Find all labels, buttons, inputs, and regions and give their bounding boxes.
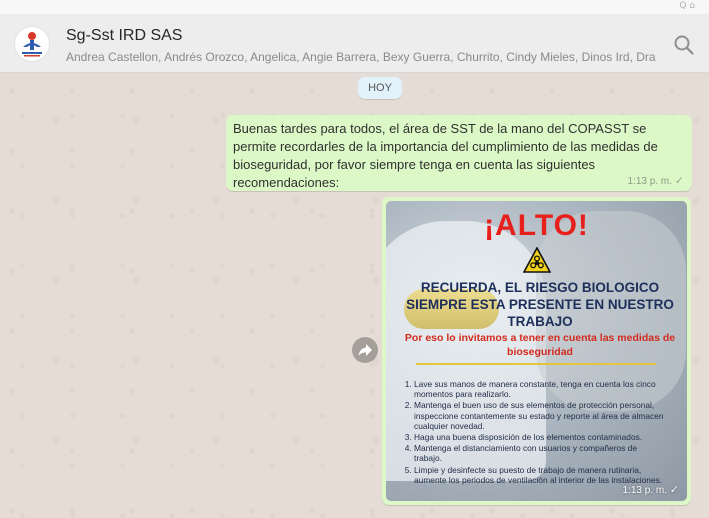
poster-list-item: Mantenga el buen uso de sus elementos de… xyxy=(414,400,666,431)
image-message-meta: 1:13 p. m. ✓ xyxy=(623,483,679,496)
poster-list-item: Haga una buena disposición de los elemen… xyxy=(414,432,666,442)
message-meta: 1:13 p. m. ✓ xyxy=(628,174,684,187)
message-bubble-image[interactable]: ¡ALTO! RECUERDA, EL RIESGO BIOLOGICO SIE… xyxy=(382,197,691,505)
search-icon[interactable] xyxy=(673,34,695,56)
poster-headline: RECUERDA, EL RIESGO BIOLOGICO SIEMPRE ES… xyxy=(406,280,674,329)
message-text: Buenas tardes para todos, el área de SST… xyxy=(233,121,658,190)
poster-list-item: Mantenga el distanciamiento con usuarios… xyxy=(414,443,666,463)
forward-button[interactable] xyxy=(352,337,378,363)
group-logo-icon xyxy=(22,32,42,57)
poster-list-item: Limpie y desinfecte su puesto de trabajo… xyxy=(414,465,666,485)
group-avatar[interactable] xyxy=(14,26,50,62)
message-bubble-text[interactable]: Buenas tardes para todos, el área de SST… xyxy=(226,115,692,191)
poster-title: ¡ALTO! xyxy=(484,209,589,242)
image-sent-check-icon: ✓ xyxy=(669,484,679,496)
window-top-strip: Q ⌂ xyxy=(0,0,709,14)
forward-icon xyxy=(358,344,372,356)
window-top-glyphs: Q ⌂ xyxy=(679,1,695,11)
chat-header[interactable]: Sg-Sst IRD SAS Andrea Castellon, Andrés … xyxy=(0,14,709,73)
poster-image[interactable]: ¡ALTO! RECUERDA, EL RIESGO BIOLOGICO SIE… xyxy=(386,201,687,501)
sent-check-icon: ✓ xyxy=(674,175,684,187)
poster-subline: Por eso lo invitamos a tener en cuenta l… xyxy=(404,332,676,358)
message-time: 1:13 p. m. xyxy=(627,176,672,187)
biohazard-icon xyxy=(523,247,551,273)
group-members[interactable]: Andrea Castellon, Andrés Orozco, Angelic… xyxy=(66,50,656,64)
chat-area[interactable]: HOY Buenas tardes para todos, el área de… xyxy=(0,73,709,518)
group-title[interactable]: Sg-Sst IRD SAS xyxy=(66,27,182,45)
poster-list: Lave sus manos de manera constante, teng… xyxy=(404,379,666,486)
image-message-time: 1:13 p. m. xyxy=(622,485,667,496)
day-separator: HOY xyxy=(358,77,402,99)
poster-list-item: Lave sus manos de manera constante, teng… xyxy=(414,379,666,399)
poster-divider xyxy=(416,363,656,365)
